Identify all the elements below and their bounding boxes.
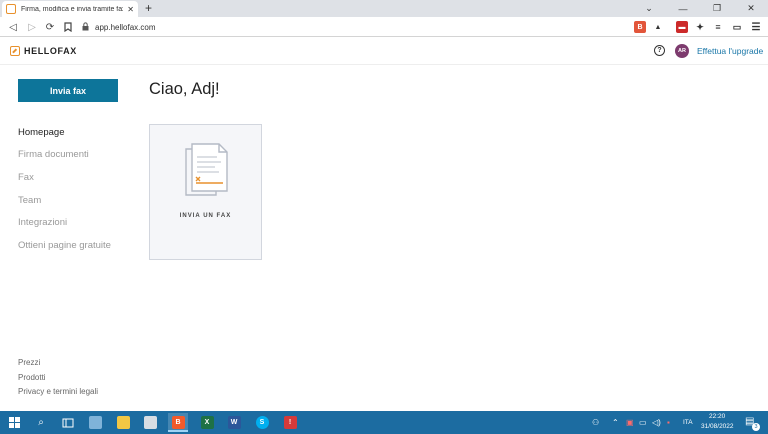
minimize-button[interactable]: — [666, 0, 700, 17]
notepad-app-icon[interactable] [85, 413, 105, 432]
url-field[interactable]: app.hellofax.com [82, 19, 622, 35]
browser-tab[interactable]: Firma, modifica e invia tramite fax ✕ [2, 1, 138, 17]
close-window-button[interactable]: ✕ [734, 0, 768, 17]
file-explorer-icon[interactable] [113, 413, 133, 432]
tray-chevron-up-icon[interactable]: ⌃ [612, 418, 619, 427]
hellofax-logo[interactable]: HELLOFAX [10, 46, 77, 56]
footer-link-privacy[interactable]: Privacy e termini legali [18, 385, 98, 400]
task-view-icon[interactable] [58, 413, 78, 432]
excel-app-icon[interactable]: X [197, 413, 217, 432]
playlist-icon[interactable]: ≡ [712, 21, 724, 33]
people-icon[interactable]: ⚇ [592, 418, 599, 427]
fax-document-icon [185, 143, 228, 196]
footer-links: Prezzi Prodotti Privacy e termini legali [18, 355, 98, 399]
restore-button[interactable]: ❐ [700, 0, 734, 17]
hellofax-favicon-icon [6, 4, 16, 14]
browser-tab-strip: Firma, modifica e invia tramite fax ✕ + … [0, 0, 768, 17]
forward-icon[interactable]: ▷ [25, 20, 39, 34]
footer-link-products[interactable]: Prodotti [18, 370, 98, 385]
sidebar-item-free-pages[interactable]: Ottieni pagine gratuite [18, 234, 148, 257]
upgrade-link[interactable]: Effettua l'upgrade [697, 46, 763, 56]
lock-icon [82, 21, 89, 33]
windows-taskbar: ⌕ B X W S ! ⚇ ⌃ ▣ ▭ ◁) ▪ ITA 22:20 31/08… [0, 411, 768, 434]
sidebar-item-sign-documents[interactable]: Firma documenti [18, 144, 148, 167]
page-title: Ciao, Adj! [149, 80, 220, 98]
send-fax-button[interactable]: Invia fax [18, 79, 118, 102]
url-text: app.hellofax.com [95, 22, 156, 32]
volume-icon[interactable]: ◁) [652, 418, 661, 427]
logo-text: HELLOFAX [24, 46, 77, 56]
address-bar: ◁ ▷ ⟳ app.hellofax.com B ▲ ▬ ✦ ≡ ▭ ☰ [0, 17, 768, 37]
brave-shield-icon[interactable]: B [634, 21, 646, 33]
brave-browser-icon[interactable]: B [168, 413, 188, 432]
extension-icon[interactable]: ▬ [676, 21, 688, 33]
clock-time[interactable]: 22:20 [709, 413, 725, 420]
network-icon[interactable]: ▭ [639, 418, 647, 427]
antivirus-tray-icon[interactable]: ▣ [626, 418, 634, 427]
language-indicator[interactable]: ITA [683, 419, 693, 426]
new-tab-button[interactable]: + [145, 1, 152, 15]
back-icon[interactable]: ◁ [6, 20, 20, 34]
window-controls: ⌄ — ❐ ✕ [632, 0, 768, 17]
sidebar-item-team[interactable]: Team [18, 189, 148, 212]
bookmark-icon[interactable] [61, 20, 75, 34]
send-fax-card[interactable]: INVIA UN FAX [149, 124, 262, 260]
footer-link-pricing[interactable]: Prezzi [18, 355, 98, 370]
brave-rewards-icon[interactable]: ▲ [652, 21, 664, 33]
hellofax-logo-icon [10, 46, 20, 56]
red-app-icon[interactable]: ! [280, 413, 300, 432]
browser-menu-icon[interactable]: ☰ [750, 21, 762, 33]
active-app-indicator [168, 430, 188, 432]
sidebar-item-fax[interactable]: Fax [18, 166, 148, 189]
sidebar-item-integrations[interactable]: Integrazioni [18, 211, 148, 234]
search-icon[interactable]: ⌕ [31, 413, 51, 432]
window-list-icon[interactable]: ⌄ [632, 0, 666, 17]
app-header: HELLOFAX ? AR Effettua l'upgrade [0, 38, 768, 65]
help-icon[interactable]: ? [654, 45, 665, 56]
clock-date[interactable]: 31/08/2022 [701, 423, 734, 430]
notification-badge: 3 [752, 423, 760, 431]
windows-start-icon[interactable] [4, 413, 24, 432]
word-app-icon[interactable]: W [224, 413, 244, 432]
sidebar-item-homepage[interactable]: Homepage [18, 121, 148, 144]
reload-icon[interactable]: ⟳ [43, 20, 57, 34]
wallet-icon[interactable]: ▭ [731, 21, 743, 33]
disk-cleanup-icon[interactable] [140, 413, 160, 432]
extensions-puzzle-icon[interactable]: ✦ [694, 21, 706, 33]
avatar[interactable]: AR [675, 44, 689, 58]
sidebar-nav: Homepage Firma documenti Fax Team Integr… [18, 121, 148, 257]
tray-app-icon[interactable]: ▪ [667, 418, 670, 427]
tab-title: Firma, modifica e invia tramite fax [21, 5, 124, 13]
tab-close-icon[interactable]: ✕ [127, 5, 134, 14]
card-label: INVIA UN FAX [179, 213, 232, 219]
skype-app-icon[interactable]: S [252, 413, 272, 432]
